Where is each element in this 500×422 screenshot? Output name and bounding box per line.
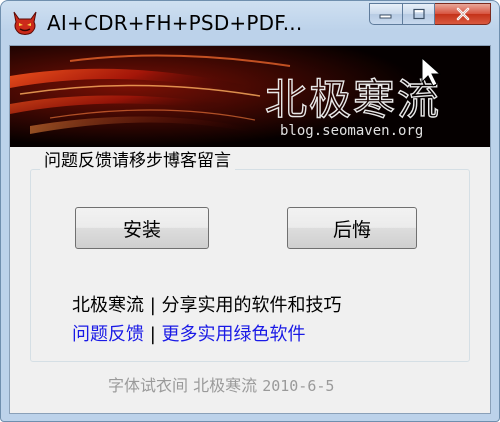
- installer-window: AI+CDR+FH+PSD+PDF... 北极寒流 blog.seomaven.…: [0, 0, 500, 422]
- window-title: AI+CDR+FH+PSD+PDF...: [47, 11, 303, 35]
- install-button[interactable]: 安装: [75, 207, 209, 249]
- title-bar[interactable]: AI+CDR+FH+PSD+PDF...: [1, 1, 499, 45]
- footer-date: 2010-6-5: [262, 377, 335, 395]
- devil-icon: [13, 11, 37, 35]
- info-line-2: 问题反馈 | 更多实用绿色软件: [72, 323, 306, 347]
- group-legend: 问题反馈请移步博客留言: [40, 150, 235, 172]
- separator: |: [149, 324, 156, 345]
- feedback-link[interactable]: 问题反馈: [72, 324, 144, 345]
- separator: |: [149, 295, 156, 316]
- minimize-icon: [379, 14, 392, 19]
- client-area: 北极寒流 blog.seomaven.org 问题反馈请移步博客留言 安装 后悔…: [9, 45, 491, 414]
- tagline-text: 分享实用的软件和技巧: [161, 295, 342, 316]
- close-button[interactable]: [435, 3, 491, 25]
- caption-buttons: [369, 3, 491, 27]
- banner-image: 北极寒流 blog.seomaven.org: [10, 46, 490, 147]
- footer-text: 字体试衣间 北极寒流: [108, 376, 258, 395]
- info-line-1: 北极寒流 | 分享实用的软件和技巧: [72, 294, 342, 318]
- more-software-link[interactable]: 更多实用绿色软件: [162, 324, 306, 345]
- banner-logo: 北极寒流: [265, 75, 441, 124]
- brand-text: 北极寒流: [72, 295, 144, 316]
- close-icon: [456, 7, 469, 21]
- maximize-icon: [412, 8, 425, 20]
- footer: 字体试衣间 北极寒流 2010-6-5: [108, 372, 334, 396]
- cancel-button[interactable]: 后悔: [287, 207, 417, 249]
- minimize-button[interactable]: [369, 3, 403, 25]
- banner-url: blog.seomaven.org: [280, 123, 423, 139]
- maximize-button[interactable]: [403, 3, 435, 25]
